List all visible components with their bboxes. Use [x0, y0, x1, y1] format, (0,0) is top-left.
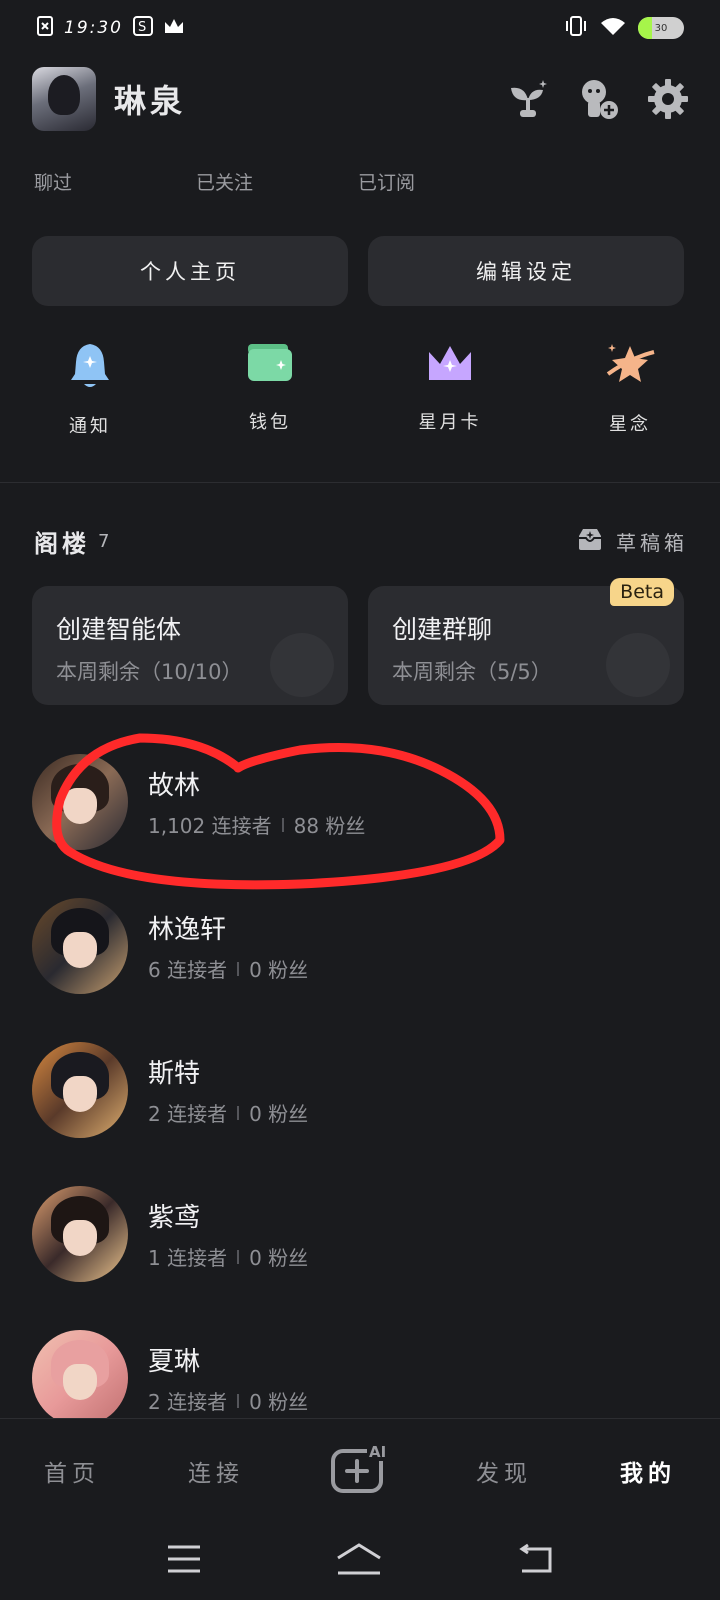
fans-count: 88 粉丝	[293, 814, 366, 838]
character-name: 斯特	[148, 1059, 201, 1089]
list-item[interactable]: 夏琳 2 连接者 0 粉丝	[32, 1330, 688, 1426]
profile-home-button[interactable]: 个人主页	[32, 236, 348, 306]
bell-icon	[67, 340, 113, 394]
fans-count: 0 粉丝	[249, 1390, 309, 1414]
create-ai-button[interactable]: AI	[288, 1442, 432, 1499]
tab-mine[interactable]: 我的	[576, 1454, 720, 1488]
list-item[interactable]: 林逸轩 6 连接者 0 粉丝	[32, 898, 688, 994]
sprout-icon[interactable]	[506, 77, 550, 121]
drafts-button[interactable]: 草稿箱	[576, 526, 688, 557]
section-title: 阁楼	[34, 530, 90, 558]
home-icon[interactable]	[335, 1542, 383, 1580]
inbox-icon	[576, 526, 604, 557]
tab-home[interactable]: 首页	[0, 1454, 144, 1488]
divider	[0, 482, 720, 483]
clock: 19:30	[64, 18, 123, 38]
profile-header: 琳泉	[32, 66, 690, 132]
connectors-count: 1,102 连接者	[148, 814, 272, 838]
quick-star-moon-card[interactable]: 星月卡	[360, 340, 540, 438]
connectors-count: 2 连接者	[148, 1390, 228, 1414]
fans-count: 0 粉丝	[249, 1102, 309, 1126]
wifi-icon	[600, 16, 626, 41]
list-item[interactable]: 故林 1,102 连接者 88 粉丝	[32, 754, 688, 850]
app-notification-icon: S	[133, 15, 153, 41]
star-orbit-icon	[604, 340, 656, 392]
edit-settings-button[interactable]: 编辑设定	[368, 236, 684, 306]
connectors-count: 2 连接者	[148, 1102, 228, 1126]
svg-text:AI: AI	[369, 1443, 386, 1461]
stat-chatted[interactable]: 聊过	[34, 168, 196, 195]
list-item[interactable]: 紫鸢 1 连接者 0 粉丝	[32, 1186, 688, 1282]
status-bar: 19:30 S 30	[0, 0, 720, 56]
sim-icon	[36, 15, 54, 42]
user-name: 琳泉	[114, 82, 187, 120]
tab-connect[interactable]: 连接	[144, 1454, 288, 1488]
back-icon[interactable]	[516, 1543, 554, 1579]
connectors-count: 1 连接者	[148, 1246, 228, 1270]
connectors-count: 6 连接者	[148, 958, 228, 982]
character-name: 紫鸢	[148, 1203, 201, 1233]
character-name: 故林	[148, 771, 201, 801]
settings-gear-icon[interactable]	[646, 77, 690, 121]
system-navigation	[0, 1522, 720, 1600]
crown-notification-icon	[163, 17, 185, 40]
wallet-icon	[245, 340, 295, 390]
avatar	[32, 1330, 128, 1426]
quick-notifications[interactable]: 通知	[0, 340, 180, 438]
character-name: 夏琳	[148, 1347, 201, 1377]
fans-count: 0 粉丝	[249, 958, 309, 982]
stat-following[interactable]: 已关注	[196, 168, 358, 195]
stats-row: 聊过 已关注 已订阅	[34, 168, 520, 195]
list-item[interactable]: 斯特 2 连接者 0 粉丝	[32, 1042, 688, 1138]
avatar	[32, 754, 128, 850]
avatar[interactable]	[32, 67, 96, 131]
menu-icon[interactable]	[166, 1544, 202, 1578]
battery-indicator: 30	[638, 17, 684, 39]
add-ai-icon: AI	[329, 1442, 391, 1499]
section-count: 7	[98, 531, 110, 552]
tab-discover[interactable]: 发现	[432, 1454, 576, 1488]
quick-wallet[interactable]: 钱包	[180, 340, 360, 438]
quick-actions: 通知 钱包 星月卡 星念	[0, 340, 720, 438]
quick-star-wish[interactable]: 星念	[540, 340, 720, 438]
beta-badge: Beta	[610, 578, 674, 606]
bottom-navigation: 首页 连接 AI 发现 我的	[0, 1418, 720, 1522]
add-friend-icon[interactable]	[576, 77, 620, 121]
create-agent-card[interactable]: 创建智能体 本周剩余（10/10）	[32, 586, 348, 705]
fans-count: 0 粉丝	[249, 1246, 309, 1270]
crown-icon	[425, 340, 475, 390]
avatar	[32, 898, 128, 994]
stat-subscribed[interactable]: 已订阅	[358, 168, 520, 195]
character-name: 林逸轩	[148, 915, 227, 945]
avatar	[32, 1042, 128, 1138]
drafts-label: 草稿箱	[616, 531, 688, 555]
avatar	[32, 1186, 128, 1282]
attic-section-header: 阁楼 7 草稿箱	[34, 524, 688, 559]
agent-illustration-icon	[270, 633, 334, 697]
svg-text:S: S	[138, 20, 146, 35]
vibrate-icon	[564, 15, 588, 42]
group-illustration-icon	[606, 633, 670, 697]
